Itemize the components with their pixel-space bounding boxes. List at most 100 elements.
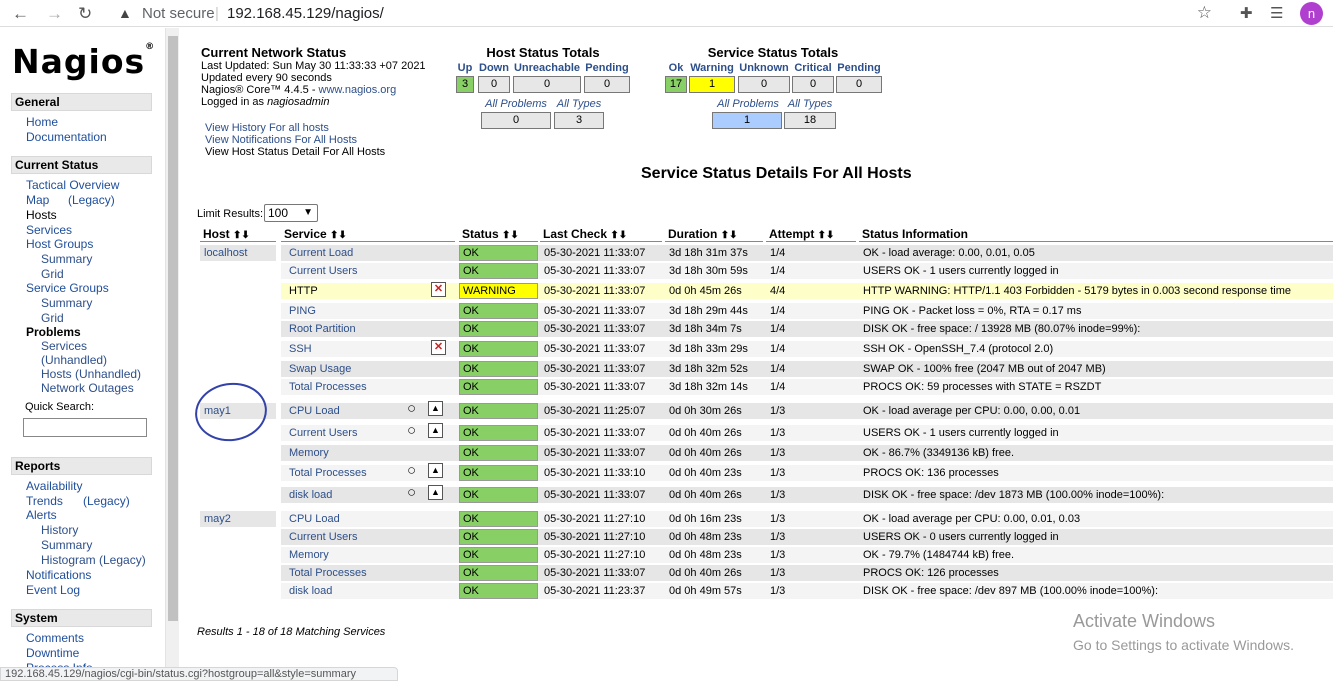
svc-total-critical[interactable]: 0 <box>792 76 834 93</box>
sidebar-item-comments[interactable]: Comments <box>26 631 84 645</box>
not-secure-label[interactable]: Not secure <box>142 5 215 22</box>
service-link[interactable]: Current Users <box>281 529 455 545</box>
sidebar-item-services[interactable]: Services <box>26 223 72 237</box>
sidebar-item-notifications[interactable]: Notifications <box>26 568 91 582</box>
sort-arrows-icon[interactable]: ⬆⬇ <box>330 230 347 241</box>
host-total-up[interactable]: 3 <box>456 76 474 93</box>
passive-check-icon[interactable]: ▲ <box>428 401 443 416</box>
sidebar-item-sg-summary[interactable]: Summary <box>41 296 92 310</box>
scrollbar-thumb[interactable] <box>168 36 178 621</box>
service-link[interactable]: Current Users <box>281 263 455 279</box>
comment-icon[interactable]: ○ <box>404 463 419 478</box>
sidebar-item-problems[interactable]: Problems <box>26 325 81 339</box>
sidebar-item-alert-histogram[interactable]: Histogram (Legacy) <box>41 553 146 567</box>
sidebar-item-alerts[interactable]: Alerts <box>26 508 57 522</box>
extensions-puzzle-icon[interactable]: ✚ <box>1240 4 1253 22</box>
sidebar-item-service-groups[interactable]: Service Groups <box>26 281 109 295</box>
svc-total-label-pending[interactable]: Pending <box>835 62 883 74</box>
passive-check-icon[interactable]: ▲ <box>428 485 443 500</box>
profile-avatar[interactable]: n <box>1300 2 1323 25</box>
sidebar-item-tactical-overview[interactable]: Tactical Overview <box>26 178 119 192</box>
sort-arrows-icon[interactable]: ⬆⬇ <box>610 230 627 241</box>
sidebar-item-alert-summary[interactable]: Summary <box>41 538 92 552</box>
nagios-website-link[interactable]: www.nagios.org <box>319 84 397 96</box>
sort-arrows-icon[interactable]: ⬆⬇ <box>721 230 738 241</box>
quick-search-input[interactable] <box>23 418 147 437</box>
host-total-label-up[interactable]: Up <box>455 62 475 74</box>
sort-arrows-icon[interactable]: ⬆⬇ <box>502 230 519 241</box>
service-link[interactable]: HTTP <box>281 283 455 299</box>
sidebar-item-hosts[interactable]: Hosts <box>26 208 57 222</box>
service-link[interactable]: PING <box>281 303 455 319</box>
col-status[interactable]: Status ⬆⬇ <box>459 227 538 242</box>
service-link[interactable]: Memory <box>281 445 455 461</box>
notifications-disabled-icon[interactable]: ✕ <box>431 282 446 297</box>
svc-total-unknown[interactable]: 0 <box>738 76 790 93</box>
svc-total-ok[interactable]: 17 <box>665 76 687 93</box>
sidebar-item-map[interactable]: Map <box>26 193 49 207</box>
sidebar-item-downtime[interactable]: Downtime <box>26 646 79 660</box>
service-link[interactable]: Total Processes <box>281 565 455 581</box>
svc-all-types[interactable]: 18 <box>784 112 836 129</box>
svc-total-label-warning[interactable]: Warning <box>688 62 736 74</box>
host-all-types-label[interactable]: All Types <box>553 98 605 110</box>
sort-arrows-icon[interactable]: ⬆⬇ <box>233 230 250 241</box>
sidebar-item-problem-services-unhandled[interactable]: (Unhandled) <box>41 353 107 367</box>
svc-total-label-ok[interactable]: Ok <box>664 62 688 74</box>
col-host[interactable]: Host ⬆⬇ <box>200 227 276 242</box>
link-view-notifications[interactable]: View Notifications For All Hosts <box>205 134 357 146</box>
sidebar-item-problem-hosts[interactable]: Hosts (Unhandled) <box>41 367 141 381</box>
sidebar-item-map-legacy[interactable]: (Legacy) <box>68 193 115 207</box>
sidebar-item-trends-legacy[interactable]: (Legacy) <box>83 494 130 508</box>
link-view-history[interactable]: View History For all hosts <box>205 122 329 134</box>
svc-total-label-critical[interactable]: Critical <box>792 62 834 74</box>
nagios-logo[interactable]: Nagios® <box>12 42 155 81</box>
host-link[interactable]: localhost <box>200 245 276 261</box>
host-all-types[interactable]: 3 <box>554 112 604 129</box>
host-total-unreachable[interactable]: 0 <box>513 76 581 93</box>
svc-total-label-unknown[interactable]: Unknown <box>738 62 790 74</box>
host-total-pending[interactable]: 0 <box>584 76 630 93</box>
sort-arrows-icon[interactable]: ⬆⬇ <box>818 230 835 241</box>
bookmark-star-icon[interactable]: ☆ <box>1197 3 1212 23</box>
host-all-problems[interactable]: 0 <box>481 112 551 129</box>
host-all-problems-label[interactable]: All Problems <box>480 98 552 110</box>
sidebar-scrollbar[interactable] <box>165 28 179 681</box>
limit-results-select[interactable]: 100 ▼ <box>264 204 318 222</box>
sidebar-item-home[interactable]: Home <box>26 115 58 129</box>
link-view-host-detail[interactable]: View Host Status Detail For All Hosts <box>205 146 385 158</box>
address-bar[interactable]: ▲ Not secure | 192.168.45.129/nagios/ ☆ <box>110 3 1230 25</box>
service-link[interactable]: Swap Usage <box>281 361 455 377</box>
forward-icon[interactable]: → <box>46 4 63 24</box>
sidebar-item-network-outages[interactable]: Network Outages <box>41 381 134 395</box>
host-total-down[interactable]: 0 <box>478 76 510 93</box>
warning-triangle-icon[interactable]: ▲ <box>118 5 132 21</box>
passive-check-icon[interactable]: ▲ <box>428 463 443 478</box>
url-text[interactable]: 192.168.45.129/nagios/ <box>227 5 384 22</box>
svc-all-problems[interactable]: 1 <box>712 112 782 129</box>
svc-total-pending[interactable]: 0 <box>836 76 882 93</box>
col-last-check[interactable]: Last Check ⬆⬇ <box>540 227 662 242</box>
reading-list-icon[interactable]: ☰ <box>1270 4 1283 22</box>
sidebar-item-problem-services[interactable]: Services <box>41 339 87 353</box>
host-total-label-down[interactable]: Down <box>478 62 510 74</box>
sidebar-item-hg-grid[interactable]: Grid <box>41 267 64 281</box>
reload-icon[interactable]: ↻ <box>78 4 92 24</box>
svc-all-problems-label[interactable]: All Problems <box>710 98 786 110</box>
host-total-label-unreachable[interactable]: Unreachable <box>513 62 581 74</box>
sidebar-item-availability[interactable]: Availability <box>26 479 82 493</box>
host-link[interactable]: may2 <box>200 511 276 527</box>
sidebar-item-documentation[interactable]: Documentation <box>26 130 107 144</box>
service-link[interactable]: Total Processes <box>281 379 455 395</box>
notifications-disabled-icon[interactable]: ✕ <box>431 340 446 355</box>
service-link[interactable]: disk load <box>281 583 455 599</box>
service-link[interactable]: Memory <box>281 547 455 563</box>
svc-total-warning[interactable]: 1 <box>689 76 735 93</box>
col-attempt[interactable]: Attempt ⬆⬇ <box>766 227 856 242</box>
back-icon[interactable]: ← <box>12 4 29 24</box>
service-link[interactable]: CPU Load <box>281 511 455 527</box>
service-link[interactable]: Current Load <box>281 245 455 261</box>
comment-icon[interactable]: ○ <box>404 401 419 416</box>
col-service[interactable]: Service ⬆⬇ <box>281 227 455 242</box>
service-link[interactable]: SSH <box>281 341 455 357</box>
